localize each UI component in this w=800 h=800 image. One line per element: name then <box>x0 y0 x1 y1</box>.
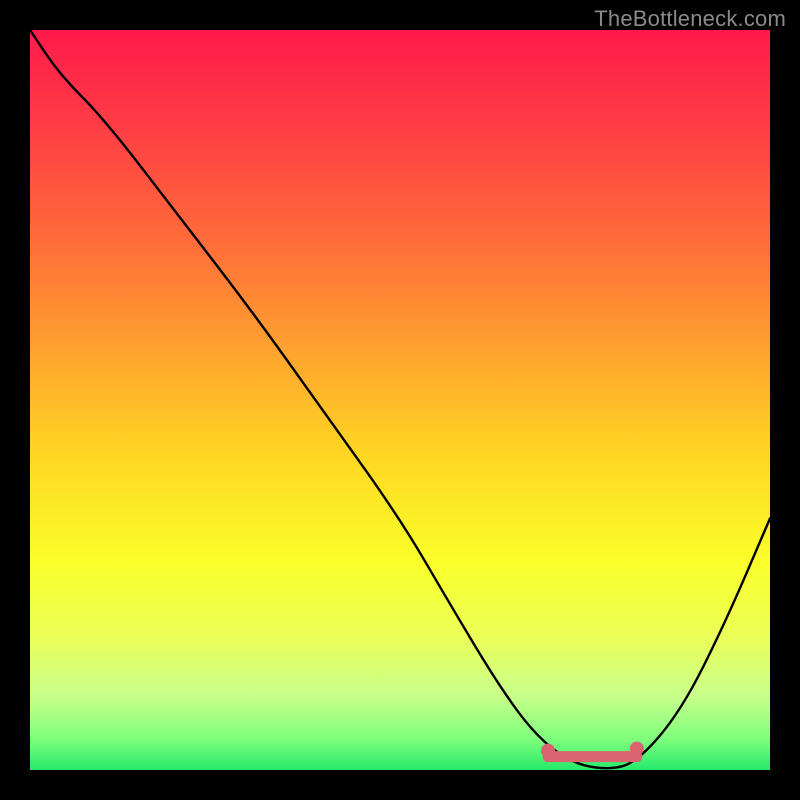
plot-area <box>30 30 770 770</box>
chart-svg <box>30 30 770 770</box>
optimal-range-start-dot <box>541 744 555 758</box>
bottleneck-curve <box>30 30 770 768</box>
watermark-label: TheBottleneck.com <box>594 6 786 32</box>
optimal-range-end-dot <box>630 742 644 756</box>
chart-container: TheBottleneck.com <box>0 0 800 800</box>
